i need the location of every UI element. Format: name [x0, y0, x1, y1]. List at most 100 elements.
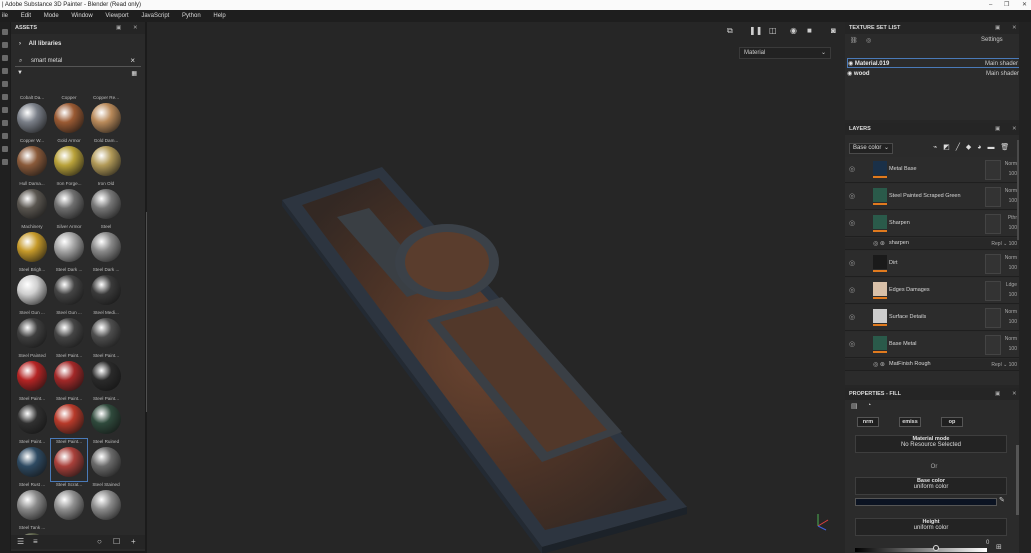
op-chip[interactable]: op: [941, 417, 963, 427]
mask-slot[interactable]: [985, 254, 1001, 274]
picker-tool-icon[interactable]: [2, 107, 8, 113]
mask-slot[interactable]: [985, 281, 1001, 301]
asset-item[interactable]: Steel Medi...: [88, 310, 124, 352]
grid-view-icon[interactable]: ▦: [131, 70, 137, 77]
blend-opacity[interactable]: Norm 100: [1005, 159, 1017, 179]
layer-row[interactable]: ◎ Steel Painted Scraped Green Norm 100: [845, 184, 1023, 210]
delete-icon[interactable]: 🗑: [1000, 144, 1009, 151]
opacity-value[interactable]: 100: [1009, 198, 1017, 204]
menu-viewport[interactable]: Viewport: [105, 13, 128, 19]
libraries-selector[interactable]: › All libraries: [11, 38, 145, 51]
emiss-chip[interactable]: emiss: [899, 417, 921, 427]
blend-mode[interactable]: Norm: [1005, 188, 1017, 194]
asset-item[interactable]: Iron Old: [88, 181, 124, 223]
layer-row[interactable]: ◎ Base Metal Norm 100: [845, 332, 1023, 358]
eye-icon[interactable]: ◎: [849, 219, 855, 227]
asset-item[interactable]: Steel Paint...: [14, 396, 50, 438]
polyfill-tool-icon[interactable]: [2, 120, 8, 126]
material-tab-icon[interactable]: ◔: [867, 402, 871, 409]
menu-window[interactable]: Window: [71, 13, 92, 19]
panel-close-icon[interactable]: ✕: [1012, 388, 1017, 400]
opacity-value[interactable]: 100: [1009, 241, 1017, 247]
camera-mode-icon[interactable]: ⧉: [727, 26, 733, 36]
display-settings-icon[interactable]: ◉: [790, 26, 797, 35]
base-color-box[interactable]: Base color uniform color: [855, 477, 1007, 495]
add-icon[interactable]: +: [131, 537, 136, 546]
blend-opacity[interactable]: Pthr 100: [1008, 213, 1017, 233]
opacity-value[interactable]: 100: [1009, 292, 1017, 298]
texture-set-row[interactable]: ◉ Material.019 Main shader: [847, 58, 1023, 68]
add-fill-layer-icon[interactable]: ◆: [966, 144, 971, 151]
geometry-mask-icon[interactable]: [2, 68, 8, 74]
add-mask-icon[interactable]: ◩: [943, 144, 950, 151]
effect-row[interactable]: ◎ ⊛ sharpen Repl ⌄ 100: [845, 238, 1023, 250]
eye-icon[interactable]: ◎: [849, 259, 855, 267]
menu-file[interactable]: ile: [2, 13, 8, 19]
asset-item[interactable]: Steel Paint...: [51, 353, 87, 395]
blend-opacity[interactable]: Repl ⌄ 100: [991, 360, 1017, 370]
restore-icon[interactable]: ❐: [1004, 0, 1009, 10]
asset-item[interactable]: Hull Dama...: [14, 181, 50, 223]
eye-icon[interactable]: ◎: [849, 340, 855, 348]
asset-item[interactable]: Steel Paint...: [88, 353, 124, 395]
blend-opacity[interactable]: Norm 100: [1005, 253, 1017, 273]
asset-item[interactable]: Gold Dam...: [88, 138, 124, 180]
blend-opacity[interactable]: Repl ⌄ 100: [991, 239, 1017, 249]
add-paint-layer-icon[interactable]: ╱: [956, 144, 960, 151]
menu-help[interactable]: Help: [213, 13, 225, 19]
blend-opacity[interactable]: Norm 100: [1005, 307, 1017, 327]
blend-mode[interactable]: Repl: [991, 241, 1001, 247]
refresh-icon[interactable]: ○: [97, 537, 102, 546]
blend-mode[interactable]: Norm: [1005, 309, 1017, 315]
layer-row[interactable]: ◎ Dirt Norm 100: [845, 251, 1023, 277]
texture-set-row[interactable]: ◉ wood Main shader: [847, 69, 1023, 79]
layer-row[interactable]: ◎ Sharpen Pthr 100: [845, 211, 1023, 237]
smudge-tool-icon[interactable]: [2, 81, 8, 87]
eye-icon[interactable]: ◎: [849, 313, 855, 321]
opacity-value[interactable]: 100: [1009, 171, 1017, 177]
blend-mode[interactable]: Norm: [1005, 255, 1017, 261]
asset-item[interactable]: Steel Painted: [14, 353, 50, 395]
mask-slot[interactable]: [985, 335, 1001, 355]
panel-float-icon[interactable]: ▣: [116, 22, 121, 34]
close-icon[interactable]: ✕: [1022, 0, 1027, 10]
base-color-swatch[interactable]: [855, 498, 997, 506]
list-settings-icon[interactable]: ≡: [33, 537, 38, 546]
eye-icon[interactable]: ◉: [847, 71, 852, 77]
random-seed-icon[interactable]: ⊞: [996, 543, 1002, 551]
menu-javascript[interactable]: JavaScript: [141, 13, 169, 19]
shader-name[interactable]: Main shader: [986, 69, 1019, 79]
add-effect-icon[interactable]: ⌁: [933, 144, 937, 151]
screenshot-icon[interactable]: ◙: [831, 26, 836, 35]
eraser-tool-icon[interactable]: [2, 42, 8, 48]
menu-mode[interactable]: Mode: [44, 13, 59, 19]
settings-dropdown[interactable]: Settings: [981, 37, 1003, 43]
asset-item[interactable]: Copper W...: [14, 138, 50, 180]
asset-item[interactable]: Steel Scrat...: [51, 482, 87, 524]
layer-row[interactable]: ◎ Surface Details Norm 100: [845, 305, 1023, 331]
asset-item[interactable]: Cobalt Da...: [14, 95, 50, 137]
layer-row[interactable]: ◎ Edges Damages Ldge 100: [845, 278, 1023, 304]
blend-opacity[interactable]: Norm 100: [1005, 186, 1017, 206]
eye-icon[interactable]: ◉: [848, 61, 853, 67]
mask-slot[interactable]: [985, 160, 1001, 180]
blend-mode[interactable]: Repl: [991, 362, 1001, 368]
effect-row[interactable]: ◎ ⊛ MatFinish Rough Repl ⌄ 100: [845, 359, 1023, 371]
viewport-3d[interactable]: ⧉ ❚❚ ◫ ◉ ■ ◙ Material ⌄: [147, 22, 845, 553]
asset-item[interactable]: Steel Dark ...: [88, 267, 124, 309]
opacity-value[interactable]: 100: [1009, 346, 1017, 352]
minimize-icon[interactable]: –: [989, 0, 992, 10]
panel-float-icon[interactable]: ▣: [995, 123, 1000, 135]
material-mode-box[interactable]: Material mode No Resource Selected: [855, 435, 1007, 453]
panel-float-icon[interactable]: ▣: [995, 388, 1000, 400]
material-mode-dropdown[interactable]: Material ⌄: [739, 47, 831, 59]
filter-icon[interactable]: ▼: [17, 70, 23, 76]
menu-python[interactable]: Python: [182, 13, 201, 19]
nrm-chip[interactable]: nrm: [857, 417, 879, 427]
clear-search-icon[interactable]: ×: [130, 55, 135, 67]
blend-opacity[interactable]: Norm 100: [1005, 334, 1017, 354]
eye-icon[interactable]: ◎: [849, 192, 855, 200]
asset-item[interactable]: Steel Brigh...: [14, 267, 50, 309]
asset-item[interactable]: Steel Paint...: [88, 396, 124, 438]
color-picker-icon[interactable]: ✎: [999, 496, 1005, 504]
